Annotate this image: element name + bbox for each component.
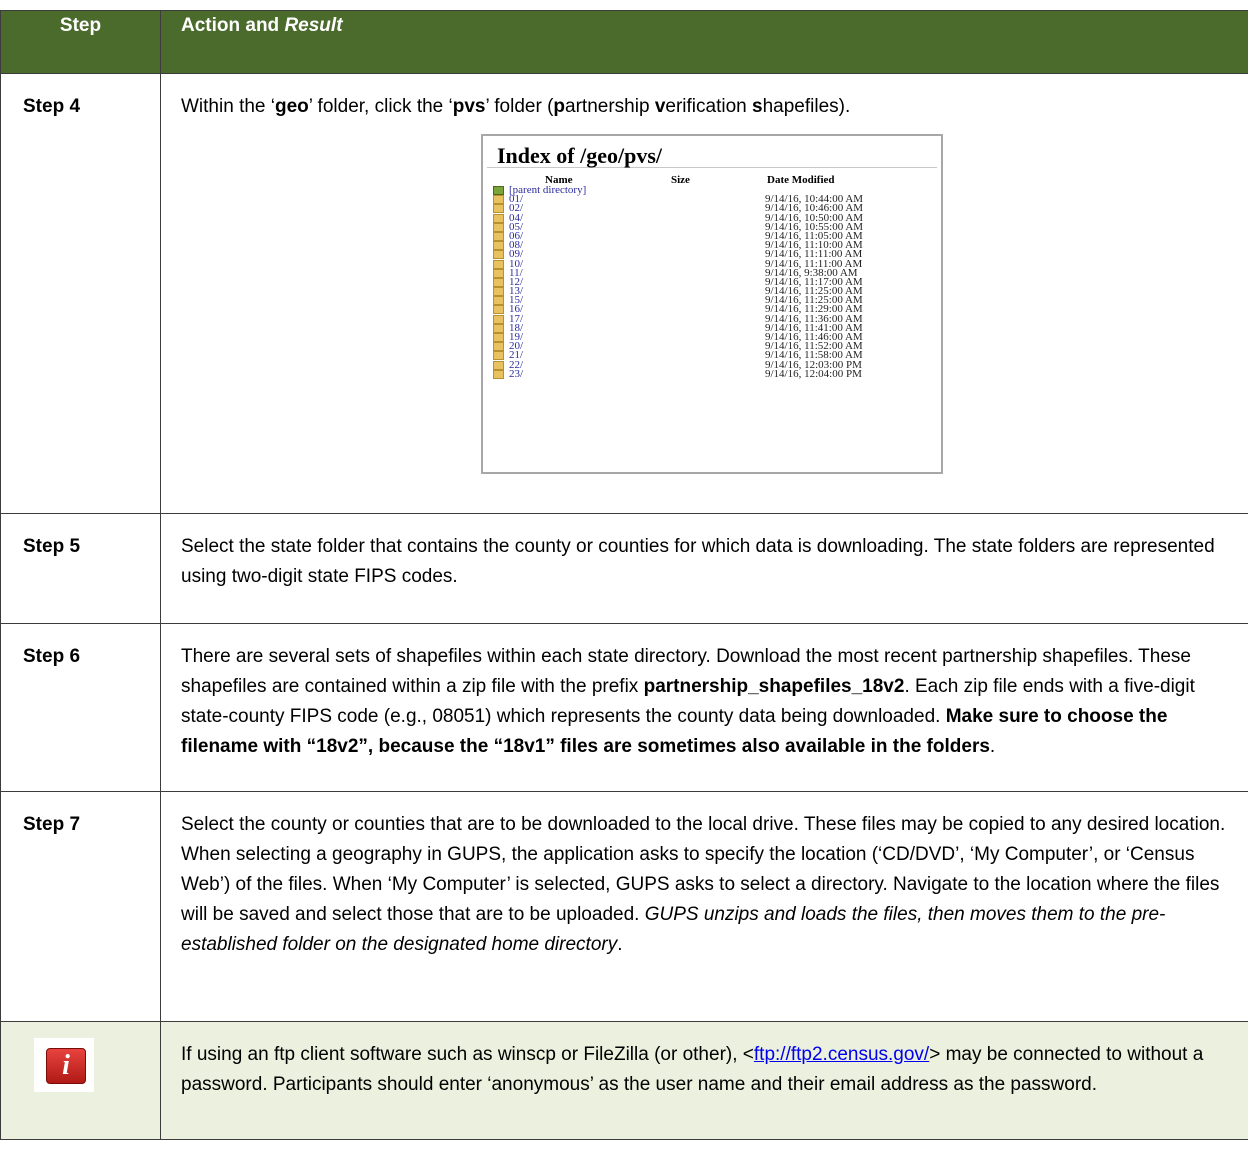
step7-row: Step 7 Select the county or counties tha…: [0, 791, 1248, 1022]
listing-row[interactable]: 11/9/14/16, 9:38:00 AM: [483, 267, 941, 278]
ftp-link[interactable]: ftp://ftp2.census.gov/: [754, 1044, 929, 1065]
folder-icon: [493, 268, 504, 278]
listing-row[interactable]: 06/9/14/16, 11:05:00 AM: [483, 230, 941, 241]
listing-row[interactable]: 01/9/14/16, 10:44:00 AM: [483, 194, 941, 205]
listing-row[interactable]: 08/9/14/16, 11:10:00 AM: [483, 240, 941, 251]
step6-text: There are several sets of shapefiles wit…: [160, 623, 1248, 792]
parent-directory-row[interactable]: [parent directory]: [483, 185, 941, 196]
note-icon-cell: i: [0, 1021, 161, 1140]
folder-icon: [493, 314, 504, 324]
listing-row[interactable]: 15/9/14/16, 11:25:00 AM: [483, 295, 941, 306]
listing-title: Index of /geo/pvs/: [487, 136, 937, 168]
note-text: If using an ftp client software such as …: [160, 1021, 1248, 1140]
action-column-header: Action and Result: [160, 10, 1248, 74]
folder-icon: [493, 241, 504, 251]
listing-row[interactable]: 04/9/14/16, 10:50:00 AM: [483, 212, 941, 223]
steps-table: Step Action and Result Step 4 Within the…: [0, 10, 1248, 1140]
listing-row[interactable]: 02/9/14/16, 10:46:00 AM: [483, 203, 941, 214]
folder-icon: [493, 204, 504, 214]
folder-icon: [493, 369, 504, 379]
step-column-header: Step: [0, 10, 161, 74]
listing-row[interactable]: 21/9/14/16, 11:58:00 AM: [483, 350, 941, 361]
listing-row[interactable]: 23/9/14/16, 12:04:00 PM: [483, 367, 941, 380]
step-label: Step 4: [0, 73, 161, 514]
step-label: Step 7: [0, 791, 161, 1022]
step-label: Step 5: [0, 513, 161, 624]
info-icon-letter: i: [62, 1050, 70, 1081]
folder-icon: [493, 360, 504, 370]
parent-folder-icon: [493, 186, 504, 195]
step-label: Step 6: [0, 623, 161, 792]
folder-icon: [493, 305, 504, 315]
info-icon: i: [34, 1038, 94, 1092]
table-header: Step Action and Result: [0, 10, 1248, 74]
date-column-header: Date Modified: [767, 174, 835, 186]
folder-icon: [493, 342, 504, 352]
folder-icon: [493, 351, 504, 361]
listing-row[interactable]: 18/9/14/16, 11:41:00 AM: [483, 322, 941, 333]
step4-text: Within the ‘geo’ folder, click the ‘pvs’…: [181, 96, 851, 117]
folder-icon: [493, 287, 504, 297]
folder-icon: [493, 296, 504, 306]
folder-icon: [493, 259, 504, 269]
folder-icon: [493, 323, 504, 333]
step5-row: Step 5 Select the state folder that cont…: [0, 513, 1248, 624]
listing-row[interactable]: 09/9/14/16, 11:11:00 AM: [483, 249, 941, 260]
listing-table: Name Size Date Modified [parent director…: [483, 168, 941, 379]
step4-row: Step 4 Within the ‘geo’ folder, click th…: [0, 73, 1248, 514]
result-header-text: Result: [284, 15, 343, 36]
listing-row[interactable]: 05/9/14/16, 10:55:00 AM: [483, 221, 941, 232]
directory-listing-screenshot: Index of /geo/pvs/ Name Size Date Modifi…: [481, 134, 943, 474]
listing-row[interactable]: 19/9/14/16, 11:46:00 AM: [483, 332, 941, 343]
step7-text: Select the county or counties that are t…: [160, 791, 1248, 1022]
folder-icon: [493, 277, 504, 287]
listing-row[interactable]: 12/9/14/16, 11:17:00 AM: [483, 276, 941, 287]
listing-row[interactable]: 13/9/14/16, 11:25:00 AM: [483, 286, 941, 297]
step6-row: Step 6 There are several sets of shapefi…: [0, 623, 1248, 792]
listing-row[interactable]: 10/9/14/16, 11:11:00 AM: [483, 258, 941, 269]
folder-icon: [493, 213, 504, 223]
size-column-header: Size: [671, 174, 690, 186]
listing-row[interactable]: 22/9/14/16, 12:03:00 PM: [483, 359, 941, 370]
folder-icon: [493, 333, 504, 342]
listing-row[interactable]: 17/9/14/16, 11:36:00 AM: [483, 313, 941, 324]
listing-row[interactable]: 20/9/14/16, 11:52:00 AM: [483, 341, 941, 352]
step4-content: Within the ‘geo’ folder, click the ‘pvs’…: [160, 73, 1248, 514]
action-header-text: Action and: [181, 15, 285, 36]
folder-icon: [493, 195, 504, 205]
step5-text: Select the state folder that contains th…: [160, 513, 1248, 624]
folder-icon: [493, 222, 504, 232]
folder-icon: [493, 231, 504, 241]
folder-icon: [493, 250, 504, 260]
folder-link[interactable]: 23/: [509, 368, 523, 379]
note-row: i If using an ftp client software such a…: [0, 1021, 1248, 1140]
listing-row[interactable]: 16/9/14/16, 11:29:00 AM: [483, 304, 941, 315]
document-page: Step Action and Result Step 4 Within the…: [0, 0, 1248, 1160]
date-modified: 9/14/16, 12:04:00 PM: [765, 367, 862, 380]
